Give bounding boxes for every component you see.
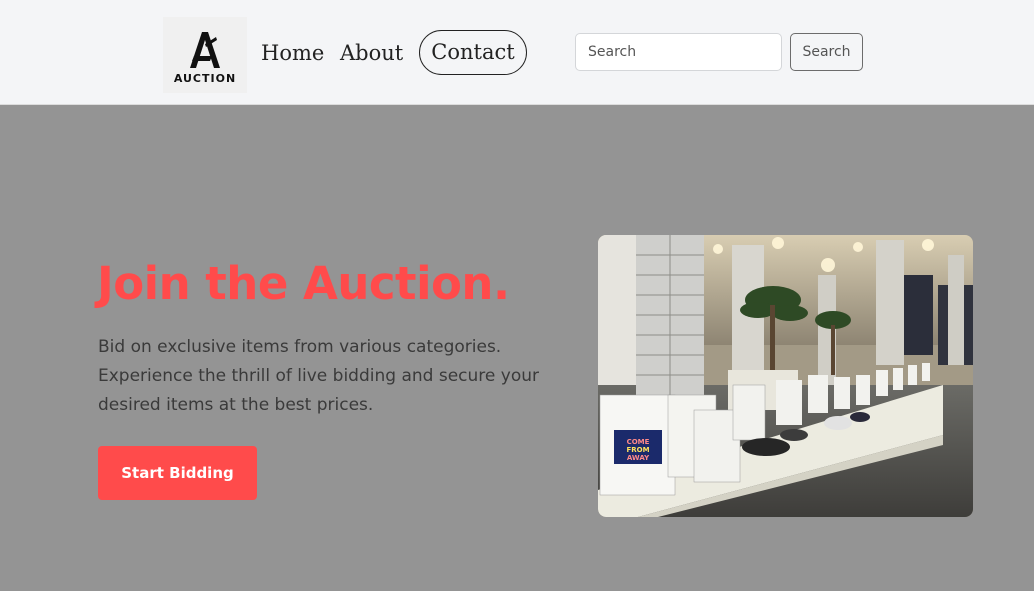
brand-logo[interactable]: AUCTION [163,17,247,93]
hero-image-auction-hall: COME FROM AWAY [598,235,973,517]
start-bidding-button[interactable]: Start Bidding [98,446,257,500]
nav-link-home[interactable]: Home [261,38,324,68]
placard-sign-text-1: COME [627,438,650,446]
search-button[interactable]: Search [790,33,863,71]
hero-description: Bid on exclusive items from various cate… [98,337,539,415]
nav-link-contact[interactable]: Contact [419,30,527,75]
nav-link-about[interactable]: About [340,38,403,68]
placard-sign-text-3: AWAY [627,454,650,462]
search-input[interactable] [575,33,782,71]
auction-hall-photo: COME FROM AWAY [598,235,973,517]
hero-title: Join the Auction. [97,257,510,310]
navbar: AUCTION Home About Contact Search [0,0,1034,105]
auction-a-logo-icon [190,32,220,68]
brand-logo-text: AUCTION [173,72,237,85]
placard-sign-text-2: FROM [626,446,649,454]
